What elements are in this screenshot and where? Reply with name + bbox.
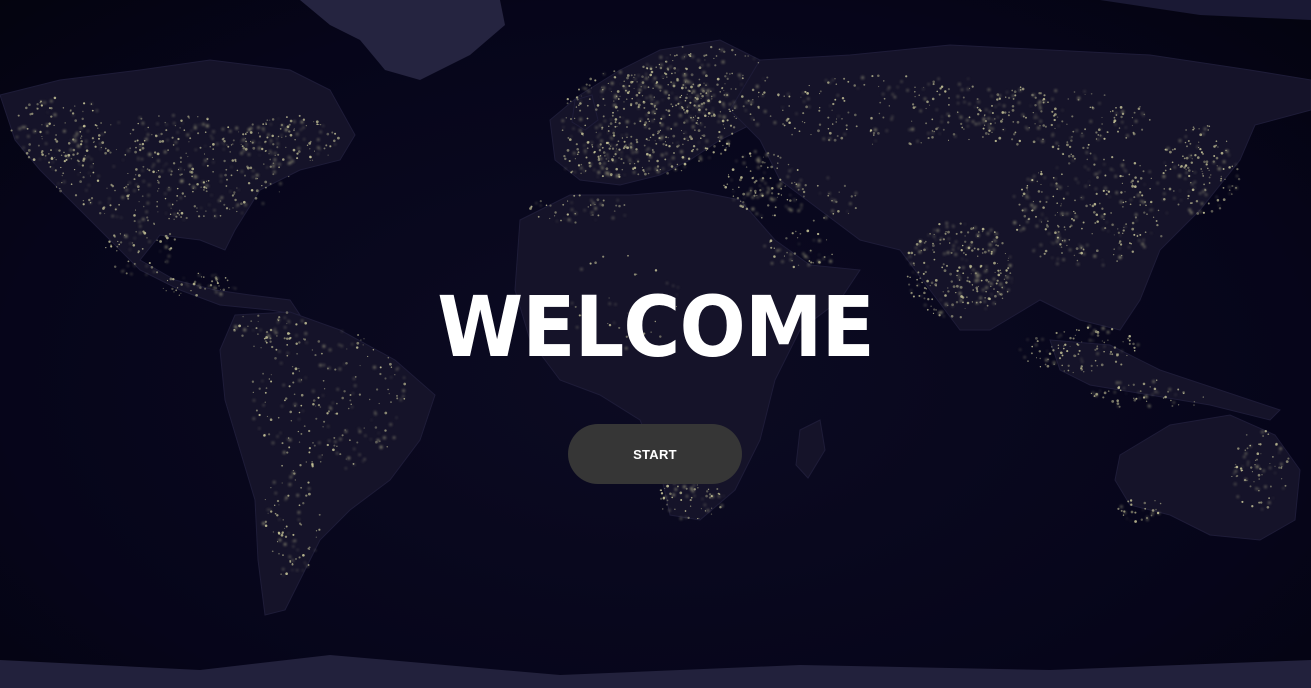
welcome-title: WELCOME — [437, 279, 874, 377]
start-button[interactable]: START — [568, 424, 742, 484]
hero: WELCOME START — [0, 0, 1311, 688]
welcome-screen: WELCOME START — [0, 0, 1311, 688]
